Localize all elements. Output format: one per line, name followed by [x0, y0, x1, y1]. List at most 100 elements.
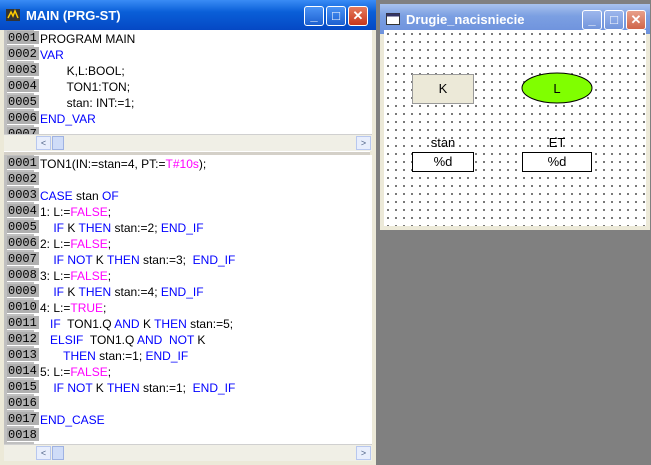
visualization-canvas[interactable]: K L stan ET %d %d	[384, 30, 646, 226]
l-lamp: L	[521, 72, 593, 104]
code-token: stan:=3;	[139, 253, 193, 267]
minimize-button[interactable]: _	[582, 10, 602, 30]
line-number: 0003	[7, 63, 39, 77]
keyword-token: IF	[53, 221, 65, 235]
code-token: 2: L:=	[40, 237, 71, 251]
code-token: K	[92, 381, 107, 395]
code-token: );	[198, 157, 207, 171]
code-line[interactable]: VAR	[40, 47, 64, 63]
scroll-left-arrow[interactable]: <	[36, 136, 51, 150]
main-window: MAIN (PRG-ST) _ □ ✕ 0001 PROGRAM MAIN 0002…	[0, 0, 376, 465]
keyword-token: END_IF	[192, 381, 236, 395]
literal-token: FALSE	[70, 365, 108, 379]
code-token: K	[64, 221, 79, 235]
line-number: 0002	[7, 172, 39, 186]
code-line[interactable]: IF K THEN stan:=2; END_IF	[40, 220, 203, 236]
scroll-right-arrow[interactable]: >	[356, 446, 371, 460]
keyword-token: END_IF	[160, 285, 204, 299]
code-token: ;	[107, 205, 112, 219]
scroll-thumb[interactable]	[52, 136, 64, 150]
code-line[interactable]: CASE stan OF	[40, 188, 119, 204]
code-token: ;	[107, 365, 112, 379]
code-token: TON1(IN:=stan=4, PT:=	[40, 157, 166, 171]
declaration-pane[interactable]: 0001 PROGRAM MAIN 0002 VAR 0003 K,L:BOOL; 000…	[4, 30, 372, 134]
line-number: 0015	[7, 380, 39, 394]
line-number: 0012	[7, 332, 39, 346]
stan-label: stan	[430, 135, 456, 150]
code-line[interactable]: TON1(IN:=stan=4, PT:=T#10s);	[40, 156, 206, 172]
scroll-thumb[interactable]	[52, 446, 64, 460]
code-token: TON1.Q	[83, 333, 137, 347]
line-number: 0013	[7, 348, 39, 362]
keyword-token: END_IF	[145, 349, 189, 363]
keyword-token: ELSIF	[50, 333, 84, 347]
visualization-window: Drugie_nacisniecie _ □ ✕ K L stan ET %d …	[380, 4, 650, 230]
keyword-token: CASE	[40, 189, 73, 203]
l-lamp-label: L	[553, 81, 560, 96]
scroll-left-arrow[interactable]: <	[36, 446, 51, 460]
code-line[interactable]: 4: L:=TRUE;	[40, 300, 106, 316]
literal-token: TRUE	[70, 301, 104, 315]
code-token: TON1:TON;	[40, 80, 131, 94]
code-line[interactable]: THEN stan:=1; END_IF	[40, 348, 188, 364]
close-button[interactable]: ✕	[626, 10, 646, 30]
keyword-token: THEN	[154, 317, 187, 331]
code-token: K	[64, 285, 79, 299]
body-scrollbar[interactable]: < >	[4, 444, 372, 461]
code-line[interactable]: 2: L:=FALSE;	[40, 236, 111, 252]
scroll-right-arrow[interactable]: >	[356, 136, 371, 150]
keyword-token: END_VAR	[40, 112, 96, 126]
line-number: 0005	[7, 95, 39, 109]
code-line[interactable]: K,L:BOOL;	[40, 63, 125, 79]
line-number: 0009	[7, 284, 39, 298]
code-token: K	[139, 317, 155, 331]
code-token: 3: L:=	[40, 269, 71, 283]
vis-window-title: Drugie_nacisniecie	[406, 12, 525, 27]
keyword-token: OF	[102, 189, 119, 203]
code-token: K	[92, 253, 107, 267]
keyword-token: THEN	[63, 349, 96, 363]
code-line[interactable]: IF TON1.Q AND K THEN stan:=5;	[40, 316, 233, 332]
code-line[interactable]: IF K THEN stan:=4; END_IF	[40, 284, 204, 300]
k-button[interactable]: K	[412, 74, 474, 104]
line-number: 0005	[7, 220, 39, 234]
maximize-button[interactable]: □	[326, 6, 346, 26]
code-token: stan:=5;	[186, 317, 234, 331]
code-line[interactable]: 1: L:=FALSE;	[40, 204, 111, 220]
line-number: 0007	[7, 252, 39, 266]
code-line[interactable]: IF NOT K THEN stan:=1; END_IF	[40, 380, 235, 396]
line-number: 0011	[7, 316, 39, 330]
code-line[interactable]: 3: L:=FALSE;	[40, 268, 111, 284]
code-token: stan: INT:=1;	[40, 96, 135, 110]
line-number: 0017	[7, 412, 39, 426]
code-token: ;	[107, 237, 112, 251]
code-token: 1: L:=	[40, 205, 71, 219]
code-line[interactable]: IF NOT K THEN stan:=3; END_IF	[40, 252, 235, 268]
keyword-token: IF NOT	[53, 253, 93, 267]
code-line[interactable]: ELSIF TON1.Q AND NOT K	[40, 332, 205, 348]
code-line[interactable]: END_CASE	[40, 412, 105, 428]
line-number: 0001	[7, 156, 39, 170]
body-pane[interactable]: 0001 TON1(IN:=stan=4, PT:=T#10s); 0002 0003…	[4, 155, 372, 444]
keyword-token: AND	[136, 333, 163, 347]
keyword-token: NOT	[168, 333, 195, 347]
literal-token: FALSE	[70, 205, 108, 219]
code-line[interactable]: END_VAR	[40, 111, 96, 127]
code-line[interactable]: stan: INT:=1;	[40, 95, 135, 111]
code-token: ;	[107, 269, 112, 283]
line-number: 0014	[7, 364, 39, 378]
main-titlebar[interactable]: MAIN (PRG-ST) _ □ ✕	[0, 0, 376, 30]
close-button[interactable]: ✕	[348, 6, 368, 26]
maximize-button[interactable]: □	[604, 10, 624, 30]
keyword-token: THEN	[106, 381, 140, 395]
code-line[interactable]: 5: L:=FALSE;	[40, 364, 111, 380]
line-number: 0007	[7, 127, 39, 134]
code-line[interactable]: PROGRAM MAIN	[40, 31, 135, 47]
literal-token: T#10s	[165, 157, 199, 171]
minimize-button[interactable]: _	[304, 6, 324, 26]
declaration-scrollbar[interactable]: < >	[4, 134, 372, 151]
code-line[interactable]: TON1:TON;	[40, 79, 130, 95]
code-token: PROGRAM MAIN	[40, 32, 136, 46]
line-number: 0016	[7, 396, 39, 410]
